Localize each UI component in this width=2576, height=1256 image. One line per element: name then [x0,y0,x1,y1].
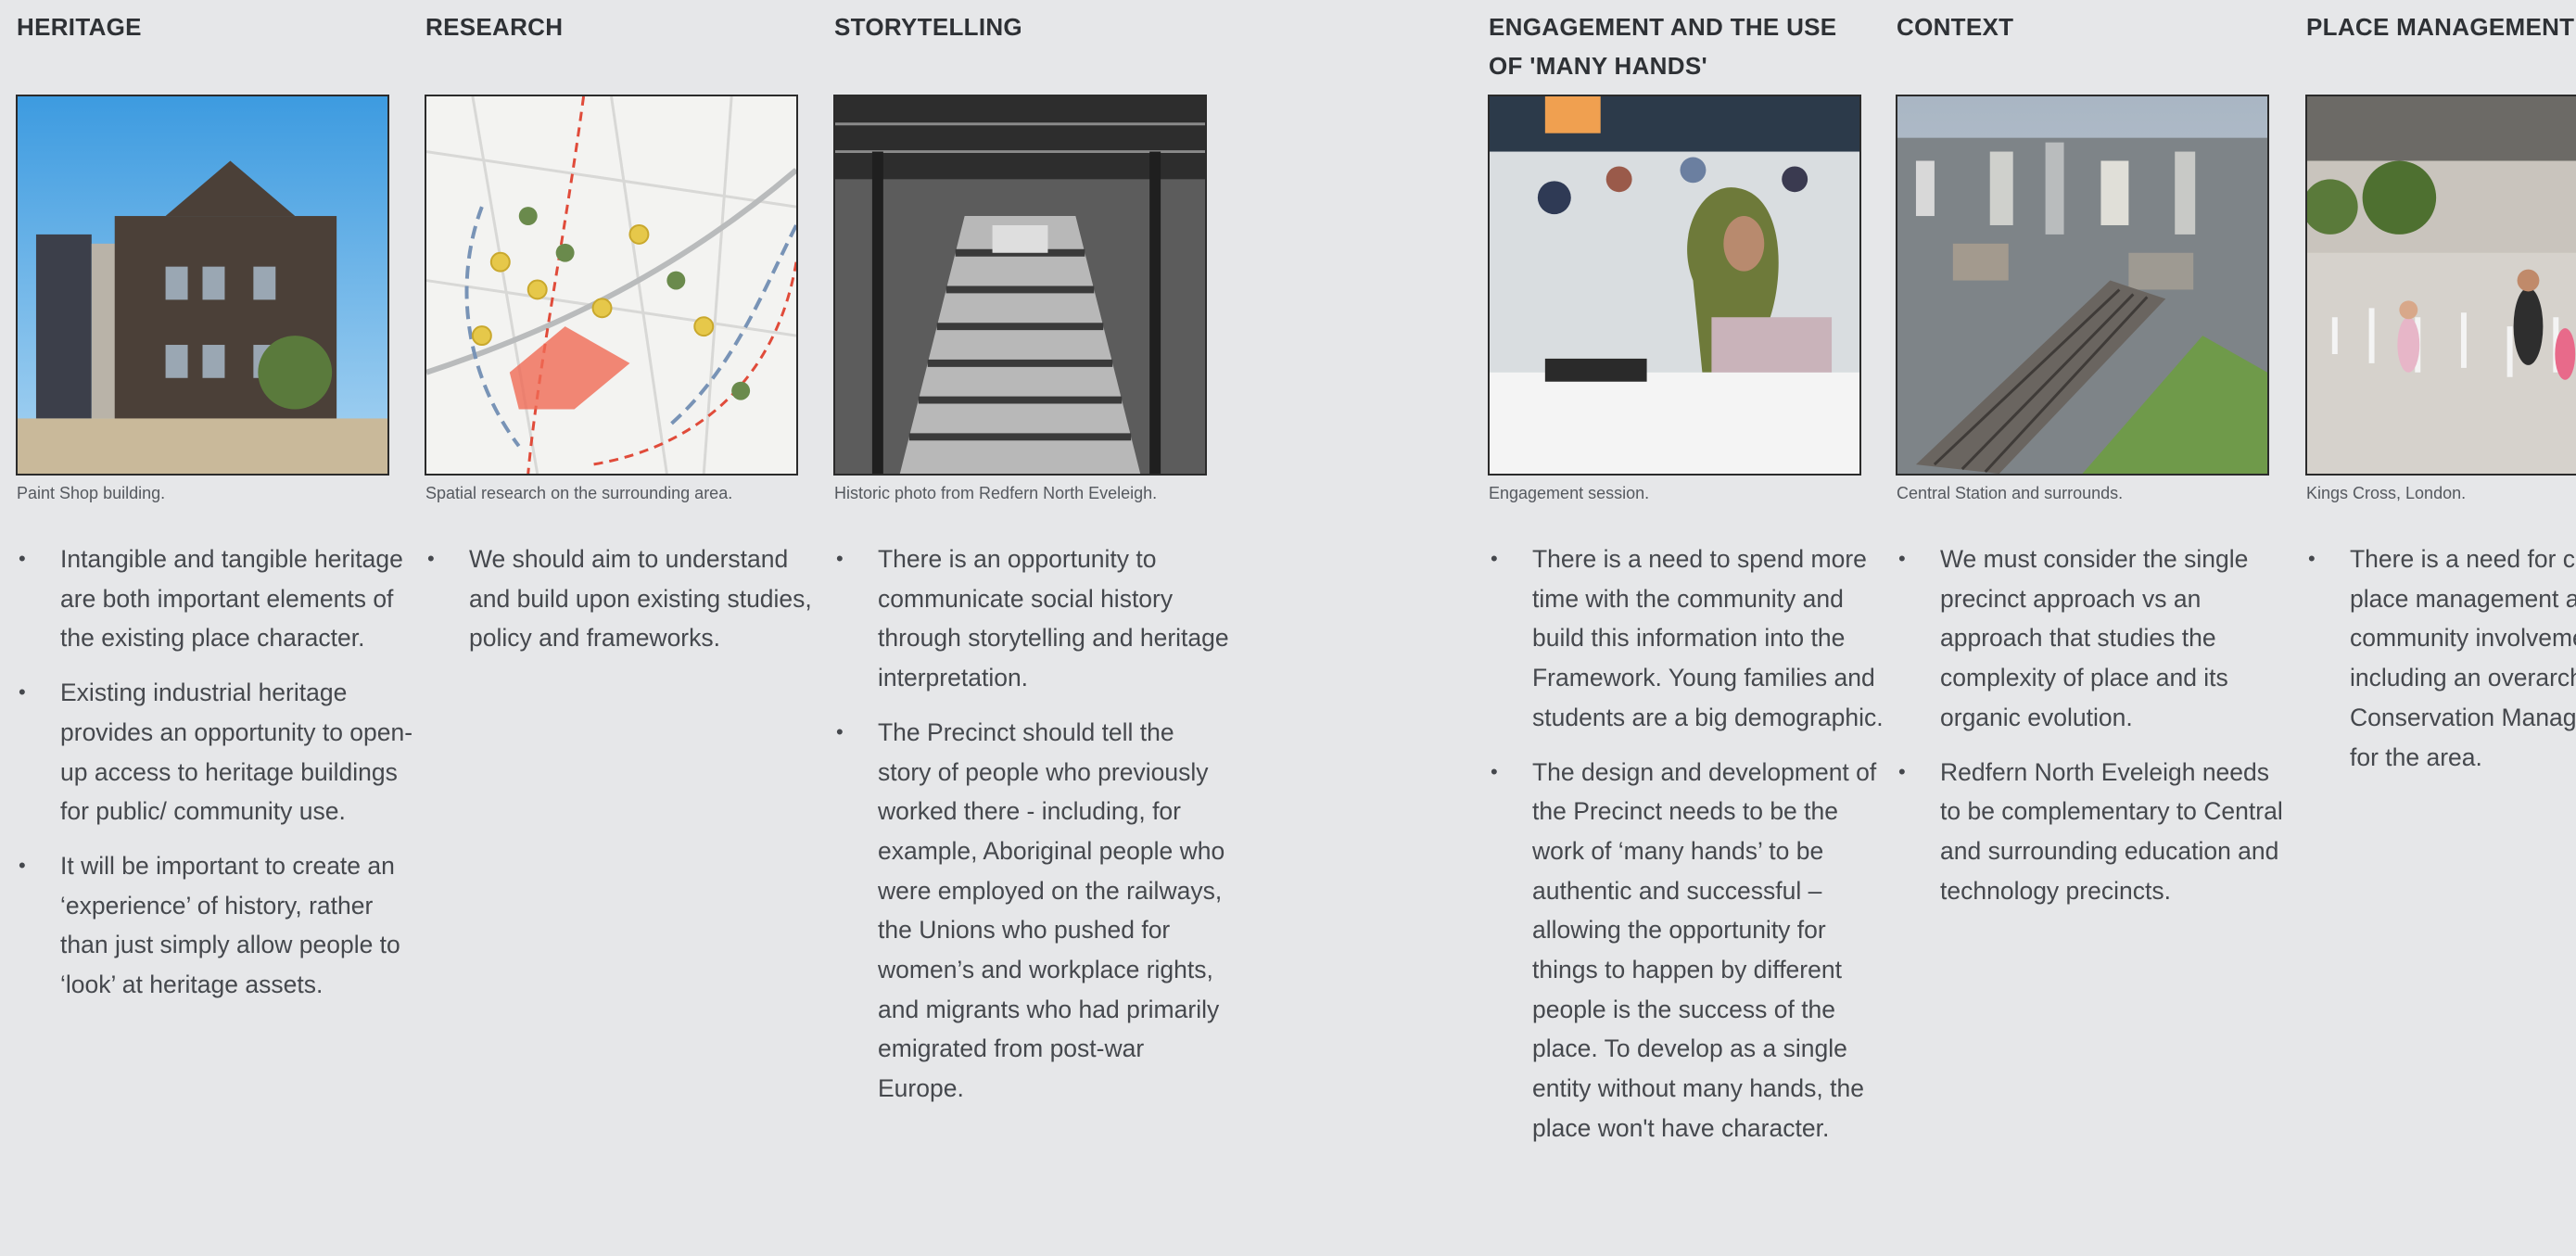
bullet-dot-icon: • [836,719,844,743]
bullet-list: • We must consider the single precinct ap… [1896,539,2294,925]
storytelling-photo [833,95,1207,476]
photo-caption: Paint Shop building. [17,484,166,502]
list-item: • Intangible and tangible heritage are bo… [16,539,414,658]
engagement-photo [1488,95,1861,476]
bullet-dot-icon: • [19,547,26,570]
section-heading: ENGAGEMENT AND THE USE OF 'MANY HANDS' [1489,13,1837,80]
section-heading: HERITAGE [17,13,142,41]
bullet-text: The Precinct should tell the story of pe… [878,717,1225,1103]
bullet-text: We must consider the single precinct app… [1940,545,2249,731]
bullet-list: • We should aim to understand and build u… [425,539,823,673]
bullet-list: • Intangible and tangible heritage are bo… [16,539,414,1020]
heritage-photo [16,95,389,476]
list-item: • The design and development of the Preci… [1488,753,1886,1148]
bullet-dot-icon: • [427,547,435,570]
bullet-list: • There is a need to spend more time with… [1488,539,1886,1163]
bullet-text: Existing industrial heritage provides an… [60,679,413,826]
list-item: • We must consider the single precinct ap… [1896,539,2294,738]
bullet-dot-icon: • [19,853,26,877]
bullet-dot-icon: • [1491,547,1498,570]
list-item: • We should aim to understand and build u… [425,539,823,658]
bullet-text: There is a need for community place mana… [2350,545,2576,771]
section-heading: STORYTELLING [834,13,1022,41]
bullet-dot-icon: • [2308,547,2316,570]
bullet-dot-icon: • [1491,759,1498,783]
photo-caption: Spatial research on the surrounding area… [425,484,733,502]
list-item: • Redfern North Eveleigh needs to be comp… [1896,753,2294,911]
bullet-text: There is an opportunity to communicate s… [878,545,1229,692]
column-place-management: PLACE MANAGEMENT Kings Cross, London. • T… [2305,0,2576,1256]
bullet-text: Intangible and tangible heritage are bot… [60,545,403,653]
bullet-text: There is a need to spend more time with … [1532,545,1884,731]
list-item: • Existing industrial heritage provides a… [16,673,414,831]
list-item: • It will be important to create an ‘expe… [16,846,414,1005]
bullet-dot-icon: • [836,547,844,570]
section-heading: PLACE MANAGEMENT [2306,13,2575,41]
bullet-dot-icon: • [1898,547,1906,570]
section-heading: CONTEXT [1897,13,2014,41]
list-item: • There is a need to spend more time with… [1488,539,1886,738]
list-item: • There is an opportunity to communicate … [833,539,1232,698]
research-map [425,95,798,476]
list-item: • The Precinct should tell the story of p… [833,713,1232,1109]
section-heading: RESEARCH [425,13,564,41]
list-item: • There is a need for community place man… [2305,539,2576,777]
place-management-photo [2305,95,2576,476]
bullet-list: • There is an opportunity to communicate … [833,539,1232,1123]
bullet-dot-icon: • [1898,759,1906,783]
photo-caption: Historic photo from Redfern North Evelei… [834,484,1158,502]
photo-caption: Kings Cross, London. [2306,484,2467,502]
bullet-text: We should aim to understand and build up… [469,545,812,653]
bullet-list: • There is a need for community place man… [2305,539,2576,792]
bullet-text: The design and development of the Precin… [1532,757,1877,1142]
bullet-text: It will be important to create an ‘exper… [60,851,400,999]
bullet-dot-icon: • [19,680,26,704]
photo-caption: Central Station and surrounds. [1897,484,2124,502]
photo-caption: Engagement session. [1489,484,1650,502]
context-aerial-photo [1896,95,2269,476]
bullet-text: Redfern North Eveleigh needs to be compl… [1940,757,2283,905]
